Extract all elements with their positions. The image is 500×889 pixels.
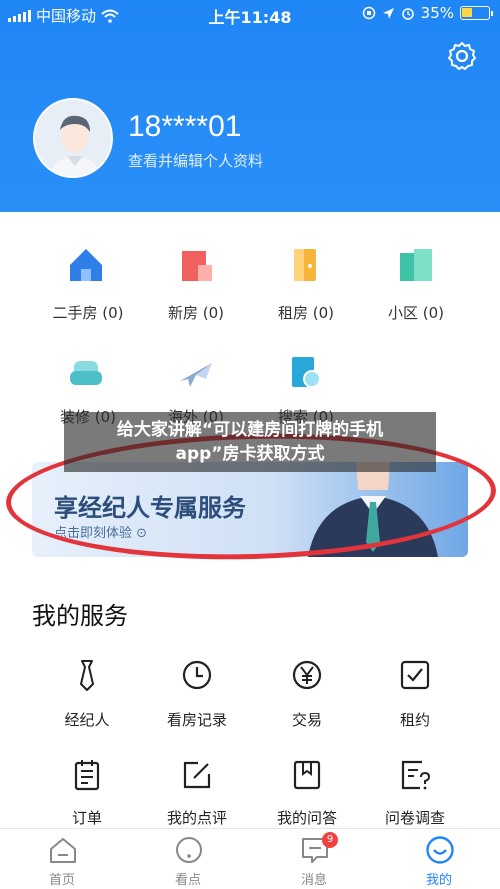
tab-messages[interactable]: 9 消息 — [264, 829, 364, 889]
plane-icon[interactable] — [176, 353, 216, 393]
lock-rotation-icon — [362, 6, 375, 20]
tab-label: 我的 — [425, 873, 452, 888]
avatar[interactable] — [33, 98, 113, 178]
service-label[interactable]: 交易 — [257, 709, 357, 730]
user-phone[interactable]: 18****01 — [128, 110, 241, 144]
category-label[interactable]: 小区 (0) — [366, 302, 466, 323]
discover-icon — [176, 837, 202, 863]
tab-label: 消息 — [300, 873, 327, 888]
services-title: 我的服务 — [32, 602, 128, 630]
service-label[interactable]: 我的点评 — [147, 807, 247, 828]
tab-home[interactable]: 首页 — [12, 829, 112, 889]
sofa-icon[interactable] — [66, 353, 106, 393]
category-label[interactable]: 租房 (0) — [256, 302, 356, 323]
tab-label: 看点 — [174, 873, 201, 888]
unread-badge: 9 — [322, 832, 338, 848]
category-label[interactable]: 二手房 (0) — [38, 302, 138, 323]
community-icon[interactable] — [396, 245, 436, 285]
yen-icon[interactable] — [290, 658, 324, 692]
service-label[interactable]: 问卷调查 — [365, 807, 465, 828]
service-label[interactable]: 看房记录 — [147, 709, 247, 730]
edit-icon[interactable] — [180, 758, 214, 792]
category-label[interactable]: 新房 (0) — [146, 302, 246, 323]
checkbox-icon[interactable] — [398, 658, 432, 692]
survey-icon[interactable] — [398, 758, 432, 792]
edit-profile-link[interactable]: 查看并编辑个人资料 — [128, 150, 263, 171]
battery-icon — [460, 6, 493, 20]
service-label[interactable]: 经纪人 — [37, 709, 137, 730]
clock-icon[interactable] — [180, 658, 214, 692]
caption-line-1: 给大家讲解“可以建房间打牌的手机 — [116, 420, 384, 440]
house-icon[interactable] — [66, 245, 106, 285]
caption-overlay: 给大家讲解“可以建房间打牌的手机 app”房卡获取方式 — [64, 412, 436, 472]
location-icon — [382, 7, 394, 19]
home-icon — [50, 838, 76, 863]
tab-discover[interactable]: 看点 — [138, 829, 238, 889]
service-label[interactable]: 租约 — [365, 709, 465, 730]
order-icon[interactable] — [70, 758, 104, 792]
bottom-tab-bar: 首页 看点 9 消息 我的 — [0, 828, 500, 889]
alarm-icon — [401, 8, 414, 20]
tab-label: 首页 — [48, 873, 75, 888]
battery-percent: 35% — [420, 4, 454, 22]
service-label[interactable]: 订单 — [37, 807, 137, 828]
status-bar: 中国移动 上午11:48 35% — [0, 0, 500, 30]
search-doc-icon[interactable] — [286, 353, 326, 393]
caption-line-2: app”房卡获取方式 — [175, 444, 325, 464]
profile-icon — [426, 836, 454, 864]
door-icon[interactable] — [286, 245, 326, 285]
tab-mine[interactable]: 我的 — [389, 829, 489, 889]
service-label[interactable]: 我的问答 — [257, 807, 357, 828]
bookmark-icon[interactable] — [290, 758, 324, 792]
tie-icon[interactable] — [70, 658, 104, 692]
settings-gear-icon[interactable] — [446, 40, 478, 72]
building-icon[interactable] — [176, 245, 216, 285]
